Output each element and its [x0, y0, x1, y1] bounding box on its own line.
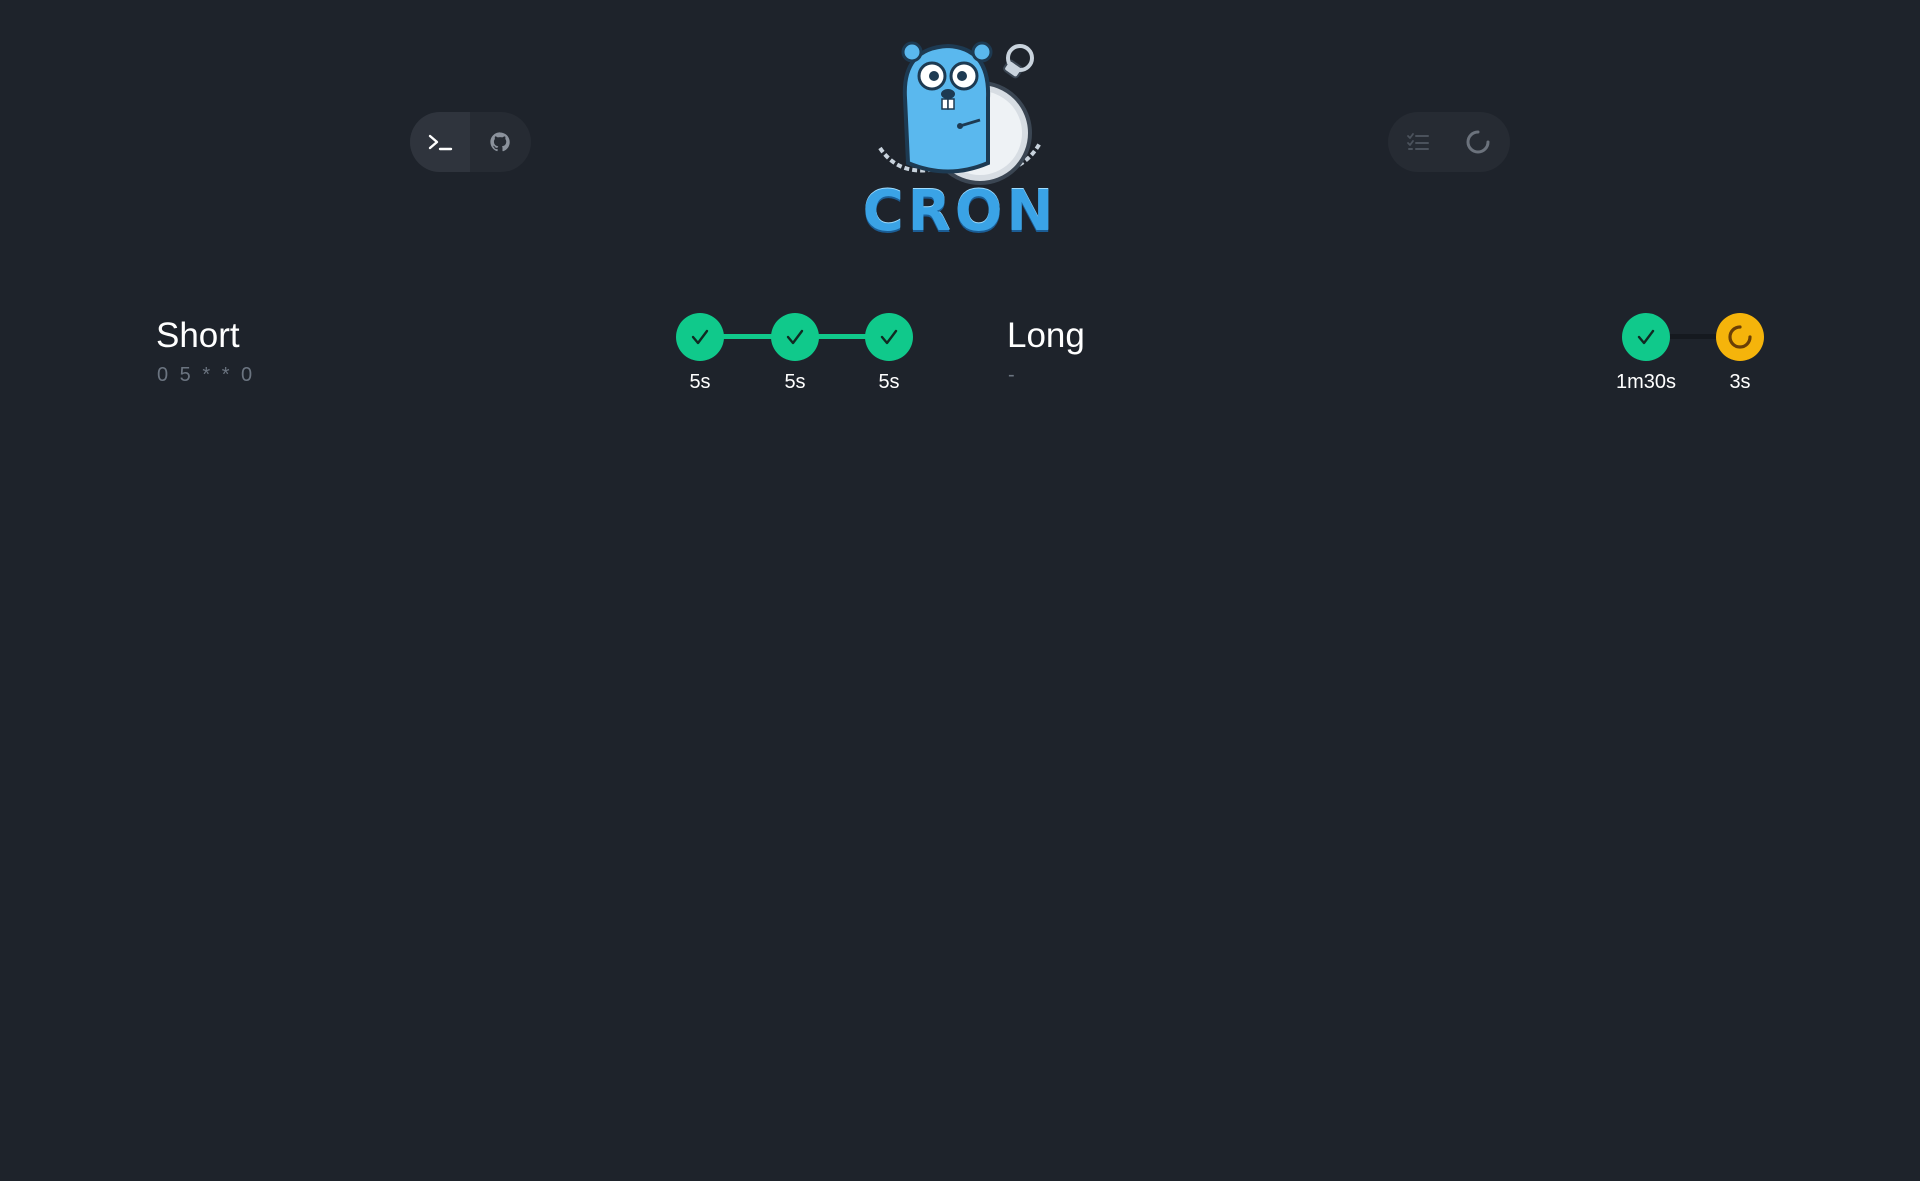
run-status-success[interactable]: [676, 313, 724, 361]
github-button[interactable]: [470, 112, 530, 172]
check-icon: [691, 329, 709, 345]
spinner-icon: [1728, 325, 1752, 349]
job-schedule-short: 0 5 * * 0: [157, 364, 256, 386]
header-right-toolbar: [1388, 112, 1510, 172]
run-status-success[interactable]: [865, 313, 913, 361]
check-icon: [880, 329, 898, 345]
terminal-icon: [428, 134, 453, 151]
run-status-success[interactable]: [771, 313, 819, 361]
cron-logo: CRON: [860, 38, 1060, 246]
check-icon: [1637, 329, 1655, 345]
run-duration: 5s: [784, 371, 806, 393]
job-name-short[interactable]: Short: [156, 316, 240, 356]
terminal-button[interactable]: [410, 112, 470, 172]
gopher-stopwatch-logo: [878, 41, 1042, 185]
job-schedule-long: -: [1008, 364, 1018, 386]
job-name-long[interactable]: Long: [1007, 316, 1085, 356]
run-status-success[interactable]: [1622, 313, 1670, 361]
task-list-icon: [1407, 133, 1429, 150]
run-status-running[interactable]: [1716, 313, 1764, 361]
check-icon: [786, 329, 804, 345]
logo-text: CRON: [862, 179, 1058, 244]
github-icon: [490, 132, 510, 152]
header-left-toolbar: [410, 112, 531, 172]
run-connector: [1668, 334, 1720, 339]
run-duration: 5s: [689, 371, 711, 393]
task-list-button[interactable]: [1388, 112, 1448, 172]
refresh-button[interactable]: [1448, 112, 1508, 172]
run-duration: 3s: [1729, 371, 1751, 393]
run-duration: 5s: [878, 371, 900, 393]
spinner-icon: [1466, 130, 1490, 154]
cron-dashboard: CRON Short 0 5 * * 0 5s 5s 5s Long - 1m3…: [0, 0, 1920, 1181]
run-duration: 1m30s: [1615, 371, 1677, 393]
